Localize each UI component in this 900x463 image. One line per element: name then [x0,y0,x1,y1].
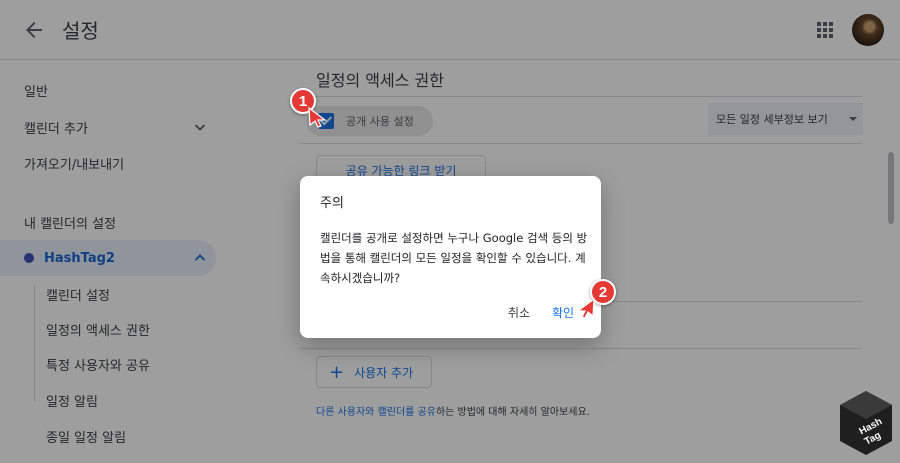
annotation-arrow-icon [576,297,595,319]
cancel-button[interactable]: 취소 [508,304,530,321]
confirm-button[interactable]: 확인 [552,304,574,321]
warning-dialog: 주의 캘린더를 공개로 설정하면 누구나 Google 검색 등의 방법을 통해… [300,176,601,338]
dialog-title: 주의 [320,196,344,211]
dialog-message: 캘린더를 공개로 설정하면 누구나 Google 검색 등의 방법을 통해 캘린… [320,231,588,285]
hashtag-watermark-logo: Hash Tag [840,391,892,455]
annotation-arrow-icon [308,106,327,128]
